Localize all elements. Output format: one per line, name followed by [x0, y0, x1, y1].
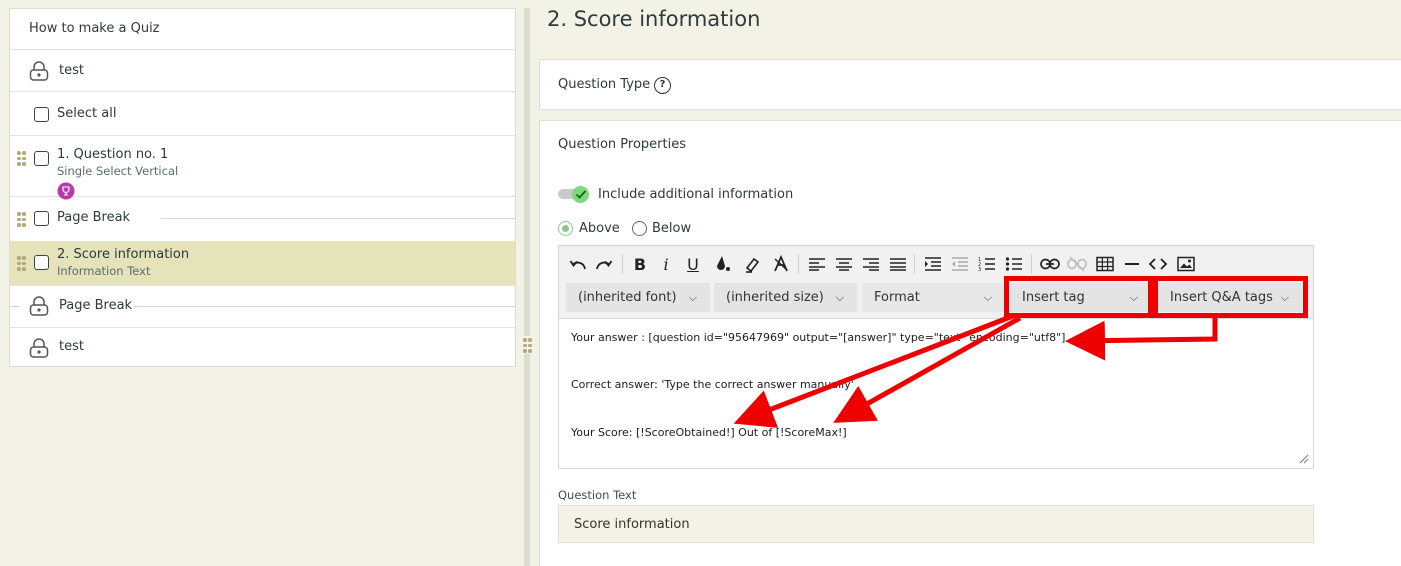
- radio-above[interactable]: [558, 221, 573, 236]
- quiz-title-row[interactable]: How to make a Quiz: [10, 9, 515, 50]
- lock-icon: [29, 61, 49, 81]
- select-all-row[interactable]: Select all: [10, 92, 515, 136]
- toolbar-separator: [622, 254, 623, 274]
- question-type-label: Question Type: [558, 77, 651, 92]
- page-break-divider: [134, 306, 515, 307]
- help-icon[interactable]: ?: [654, 77, 671, 94]
- underline-icon[interactable]: U: [682, 254, 704, 274]
- dropdown-value: Insert Q&A tags: [1170, 290, 1273, 305]
- align-justify-icon[interactable]: [887, 254, 909, 274]
- radio-below[interactable]: [632, 221, 647, 236]
- question-label: 2. Score information: [57, 247, 190, 262]
- indent-icon[interactable]: [922, 254, 944, 274]
- outdent-icon[interactable]: [949, 254, 971, 274]
- question-type-label: Information Text: [57, 264, 151, 278]
- list-item-test-bottom[interactable]: test: [10, 327, 515, 368]
- list-item-score-information[interactable]: 2. Score information Information Text: [10, 241, 515, 286]
- table-icon[interactable]: [1094, 254, 1116, 274]
- italic-icon[interactable]: i: [655, 254, 677, 274]
- list-item-question-1[interactable]: 1. Question no. 1 Single Select Vertical: [10, 136, 515, 200]
- source-code-icon[interactable]: [1147, 254, 1169, 274]
- format-dropdown[interactable]: Format ⌵: [862, 283, 1005, 312]
- chevron-down-icon: ⌵: [983, 291, 992, 304]
- page-title: 2. Score information: [547, 7, 761, 31]
- horizontal-rule-icon[interactable]: [1121, 254, 1143, 274]
- chevron-down-icon: ⌵: [835, 291, 844, 304]
- quiz-title: How to make a Quiz: [29, 21, 160, 36]
- align-center-icon[interactable]: [833, 254, 855, 274]
- check-icon: [575, 190, 587, 199]
- align-left-icon[interactable]: [806, 254, 828, 274]
- page-break-checkbox[interactable]: [34, 211, 49, 226]
- font-family-dropdown[interactable]: (inherited font) ⌵: [566, 283, 710, 312]
- question-checkbox[interactable]: [34, 255, 49, 270]
- link-icon[interactable]: [1039, 254, 1061, 274]
- unlink-icon[interactable]: [1066, 254, 1088, 274]
- undo-icon[interactable]: [567, 254, 589, 274]
- toolbar-separator: [1031, 254, 1032, 274]
- chevron-down-icon: ⌵: [1129, 291, 1138, 304]
- question-properties-label: Question Properties: [558, 137, 686, 152]
- toolbar-separator: [798, 254, 799, 274]
- highlight-icon[interactable]: [742, 254, 764, 274]
- editor-content-line: Your Score: [!ScoreObtained!] Out of [!S…: [571, 426, 847, 439]
- question-label: 1. Question no. 1: [57, 147, 169, 162]
- font-size-dropdown[interactable]: (inherited size) ⌵: [714, 283, 857, 312]
- drag-handle-icon[interactable]: [17, 212, 26, 227]
- radio-below-label: Below: [652, 221, 692, 236]
- list-item-page-break-1[interactable]: Page Break: [10, 197, 515, 241]
- page-break-label: Page Break: [57, 210, 131, 225]
- clear-format-icon[interactable]: [770, 254, 792, 274]
- question-checkbox[interactable]: [34, 151, 49, 166]
- lock-icon: [29, 338, 49, 358]
- image-icon[interactable]: [1175, 254, 1197, 274]
- insert-tag-dropdown[interactable]: Insert tag ⌵: [1010, 283, 1148, 312]
- list-item-label: test: [59, 339, 84, 354]
- list-item-page-break-2[interactable]: Page Break: [10, 286, 515, 327]
- lock-icon: [29, 296, 49, 316]
- select-all-checkbox[interactable]: [34, 107, 49, 122]
- redo-icon[interactable]: [593, 254, 615, 274]
- question-list-panel: How to make a Quiz test Select all 1. Qu…: [9, 8, 516, 367]
- editor-content-line: Your answer : [question id="95647969" ou…: [571, 331, 1066, 344]
- dropdown-value: (inherited size): [726, 290, 824, 305]
- question-text-label: Question Text: [558, 488, 637, 502]
- chevron-down-icon: ⌵: [1280, 291, 1289, 304]
- dropdown-value: Insert tag: [1022, 290, 1085, 305]
- select-all-label: Select all: [57, 106, 117, 121]
- dropdown-value: Format: [874, 290, 920, 305]
- page-break-divider: [161, 218, 515, 219]
- panel-splitter[interactable]: [524, 8, 530, 566]
- svg-text:3: 3: [978, 267, 981, 272]
- radio-above-label: Above: [579, 221, 620, 236]
- question-text-input[interactable]: [558, 505, 1314, 543]
- question-type-label: Single Select Vertical: [57, 164, 179, 178]
- splitter-drag-handle-icon[interactable]: [521, 336, 533, 354]
- insert-qa-tags-dropdown[interactable]: Insert Q&A tags ⌵: [1158, 283, 1302, 312]
- numbered-list-icon[interactable]: 123: [976, 254, 998, 274]
- list-item-test-top[interactable]: test: [10, 50, 515, 92]
- text-color-icon[interactable]: [712, 254, 734, 274]
- editor-content-line: Correct answer: 'Type the correct answer…: [571, 378, 854, 391]
- resize-handle-icon[interactable]: [1299, 454, 1309, 464]
- list-item-label: test: [59, 63, 84, 78]
- drag-handle-icon[interactable]: [17, 151, 26, 166]
- chevron-down-icon: ⌵: [688, 291, 697, 304]
- bullet-list-icon[interactable]: [1003, 254, 1025, 274]
- drag-handle-icon[interactable]: [17, 256, 26, 271]
- toolbar-separator: [914, 254, 915, 274]
- align-right-icon[interactable]: [860, 254, 882, 274]
- bold-icon[interactable]: B: [629, 254, 651, 274]
- dropdown-value: (inherited font): [578, 290, 677, 305]
- include-info-label: Include additional information: [598, 187, 794, 202]
- page-break-label: Page Break: [59, 298, 133, 313]
- page-break-divider: [10, 306, 20, 307]
- include-info-toggle[interactable]: [558, 186, 590, 203]
